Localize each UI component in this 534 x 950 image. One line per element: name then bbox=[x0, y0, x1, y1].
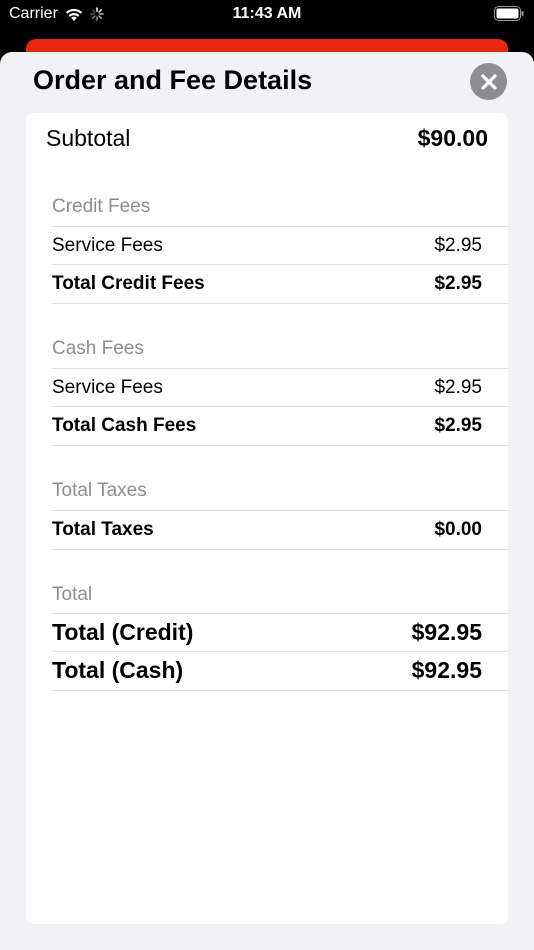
total-credit-fees-row: Total Credit Fees $2.95 bbox=[52, 264, 508, 302]
credit-service-fees-row: Service Fees $2.95 bbox=[52, 226, 508, 264]
total-credit-fees-amount: $2.95 bbox=[434, 272, 482, 294]
status-time: 11:43 AM bbox=[232, 5, 302, 22]
taxes-header: Total Taxes bbox=[52, 480, 147, 501]
cash-service-fees-label: Service Fees bbox=[52, 376, 163, 398]
total-cash-fees-row: Total Cash Fees $2.95 bbox=[52, 406, 508, 444]
subtotal-row: Subtotal $90.00 bbox=[46, 123, 488, 153]
close-icon bbox=[480, 73, 497, 90]
status-bar: Carrier 11:43 AM bbox=[0, 0, 534, 30]
total-cash-fees-amount: $2.95 bbox=[434, 414, 482, 436]
total-credit-amount: $92.95 bbox=[411, 619, 482, 645]
close-button[interactable] bbox=[470, 63, 507, 100]
cash-service-fees-amount: $2.95 bbox=[434, 376, 482, 398]
total-taxes-amount: $0.00 bbox=[434, 518, 482, 540]
total-cash-amount: $92.95 bbox=[411, 657, 482, 683]
credit-fees-header: Credit Fees bbox=[52, 196, 151, 217]
cash-fees-header: Cash Fees bbox=[52, 338, 144, 359]
total-credit-row: Total (Credit) $92.95 bbox=[52, 613, 508, 651]
subtotal-label: Subtotal bbox=[46, 124, 131, 151]
total-cash-fees-label: Total Cash Fees bbox=[52, 414, 197, 436]
credit-service-fees-amount: $2.95 bbox=[434, 234, 482, 256]
total-cash-label: Total (Cash) bbox=[52, 657, 184, 683]
credit-service-fees-label: Service Fees bbox=[52, 234, 163, 256]
page-title: Order and Fee Details bbox=[33, 65, 313, 95]
total-header: Total bbox=[52, 584, 93, 605]
total-taxes-label: Total Taxes bbox=[52, 518, 154, 540]
divider bbox=[52, 303, 508, 304]
total-credit-fees-label: Total Credit Fees bbox=[52, 272, 205, 294]
total-taxes-row: Total Taxes $0.00 bbox=[52, 510, 508, 548]
battery-icon bbox=[494, 6, 524, 26]
divider bbox=[52, 549, 508, 550]
total-credit-label: Total (Credit) bbox=[52, 619, 194, 645]
divider bbox=[52, 690, 508, 691]
order-fee-details-sheet: Order and Fee Details Subtotal $90.00 Cr… bbox=[0, 52, 534, 950]
total-cash-row: Total (Cash) $92.95 bbox=[52, 651, 508, 689]
subtotal-amount: $90.00 bbox=[417, 124, 488, 151]
divider bbox=[52, 445, 508, 446]
cash-service-fees-row: Service Fees $2.95 bbox=[52, 368, 508, 406]
fee-details-card: Subtotal $90.00 Credit Fees Service Fees… bbox=[26, 113, 508, 924]
